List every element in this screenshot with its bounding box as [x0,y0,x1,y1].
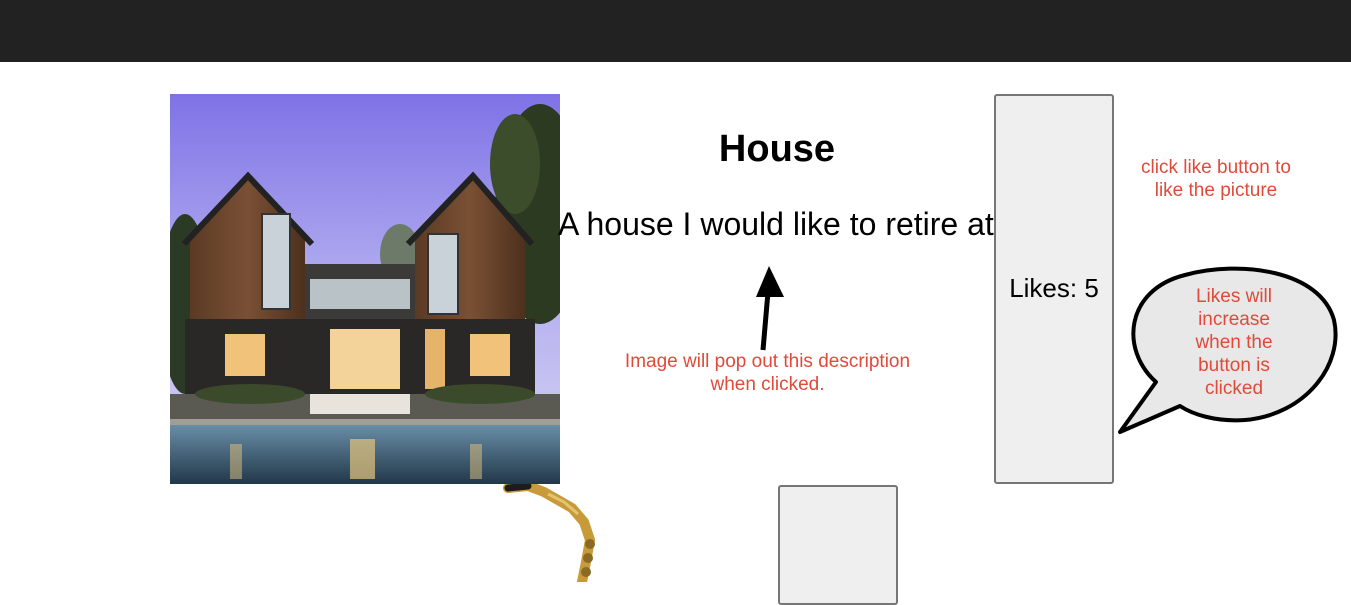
house-photo[interactable] [170,94,560,484]
post-description: A house I would like to retire at. [558,206,1003,242]
top-navigation-bar [0,0,1351,62]
post-title: House [718,128,836,170]
like-button[interactable]: Likes: 5 [994,94,1114,484]
saxophone-image[interactable] [500,484,610,582]
house-illustration [170,94,560,484]
second-like-button[interactable] [778,485,898,605]
arrow-icon [756,266,784,351]
image-popout-note: Image will pop out this description when… [624,351,911,395]
saxophone-illustration [503,484,596,582]
like-button-note: click like button to like the picture [1141,157,1291,201]
bubble-note: Likes will increase when the button is c… [1195,286,1273,399]
